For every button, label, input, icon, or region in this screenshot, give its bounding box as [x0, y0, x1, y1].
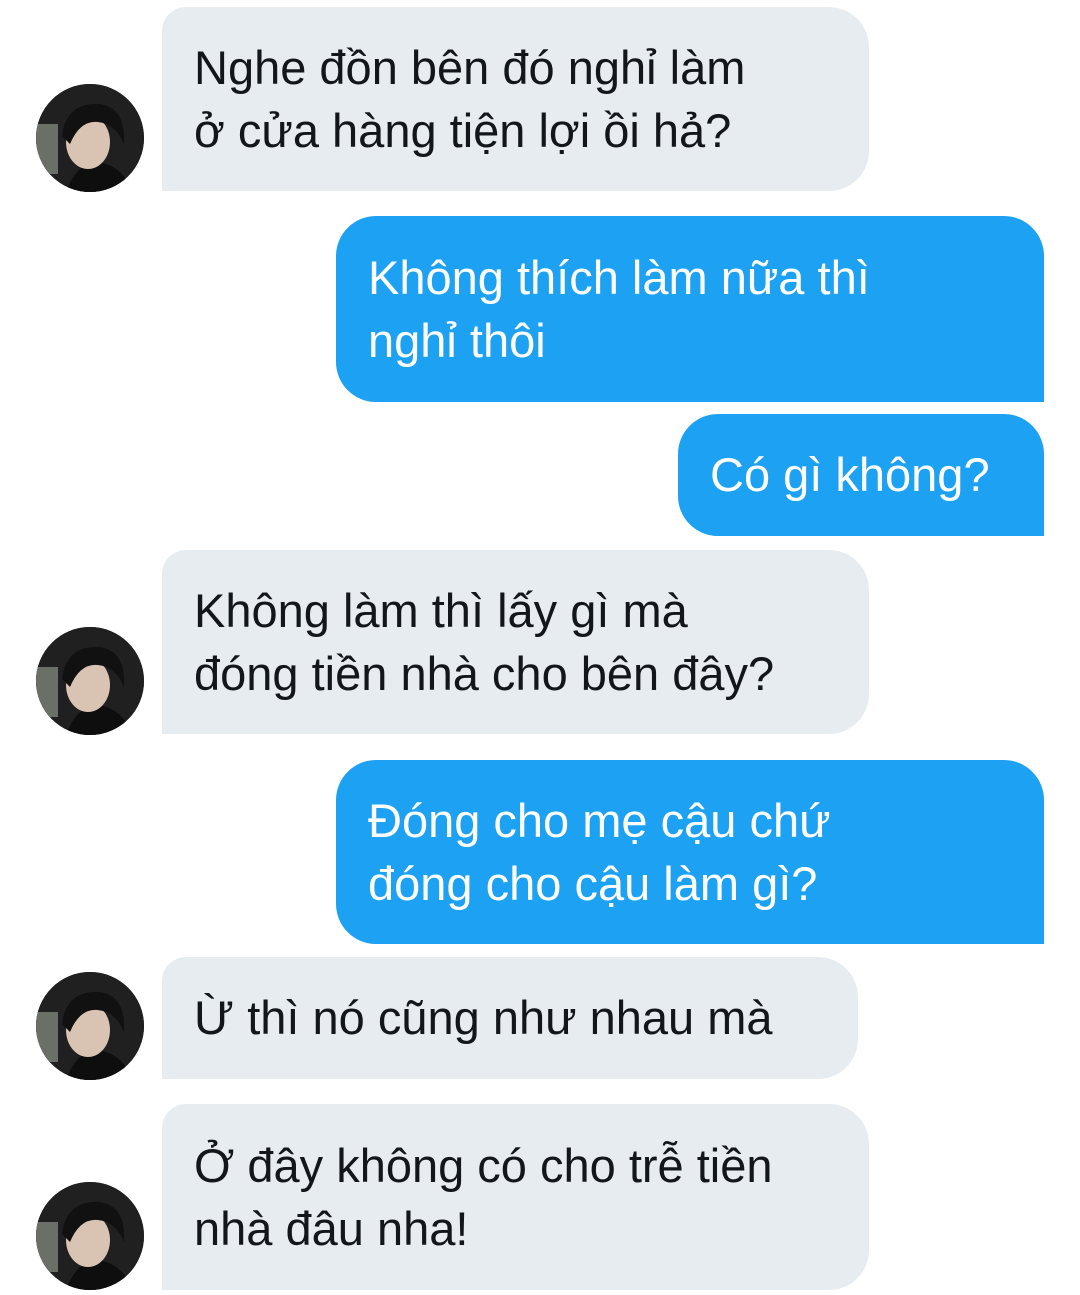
message-text-line: Đóng cho mẹ cậu chứ [368, 794, 831, 847]
message-bubble-outgoing[interactable]: Có gì không? [678, 414, 1044, 536]
message-text-line: đóng cho cậu làm gì? [368, 857, 818, 910]
avatar-photo [36, 84, 144, 192]
message-bubble-incoming[interactable]: Nghe đồn bên đó nghỉ làm ở cửa hàng tiện… [162, 7, 869, 191]
message-text-line: Không thích làm nữa thì [368, 251, 870, 304]
message-text-line: Ừ thì nó cũng như nhau mà [194, 991, 773, 1044]
message-text-line: Không làm thì lấy gì mà [194, 584, 688, 637]
contact-avatar[interactable] [36, 972, 144, 1080]
avatar-photo [36, 972, 144, 1080]
message-text-line: nhà đâu nha! [194, 1202, 469, 1255]
contact-avatar[interactable] [36, 84, 144, 192]
message-text-line: ở cửa hàng tiện lợi ồi hả? [194, 104, 732, 157]
message-text-line: đóng tiền nhà cho bên đây? [194, 647, 775, 700]
message-bubble-incoming[interactable]: Không làm thì lấy gì mà đóng tiền nhà ch… [162, 550, 869, 734]
contact-avatar[interactable] [36, 627, 144, 735]
avatar-photo [36, 1182, 144, 1290]
avatar-photo [36, 627, 144, 735]
message-text-line: Ở đây không có cho trễ tiền [194, 1139, 773, 1192]
message-text-line: Có gì không? [710, 448, 990, 501]
message-bubble-outgoing[interactable]: Đóng cho mẹ cậu chứ đóng cho cậu làm gì? [336, 760, 1044, 944]
message-bubble-incoming[interactable]: Ở đây không có cho trễ tiền nhà đâu nha! [162, 1104, 869, 1290]
message-text-line: nghỉ thôi [368, 314, 546, 367]
message-text-line: Nghe đồn bên đó nghỉ làm [194, 41, 746, 94]
message-bubble-outgoing[interactable]: Không thích làm nữa thì nghỉ thôi [336, 216, 1044, 402]
message-bubble-incoming[interactable]: Ừ thì nó cũng như nhau mà [162, 957, 858, 1079]
contact-avatar[interactable] [36, 1182, 144, 1290]
